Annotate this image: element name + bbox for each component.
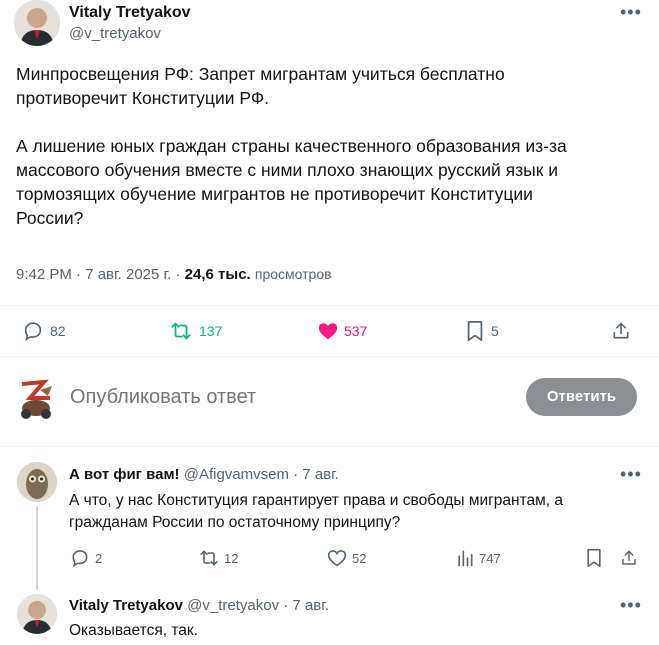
like-count: 537 [344, 323, 368, 339]
heart-icon [327, 550, 347, 567]
heart-filled-icon [318, 323, 338, 340]
reply1-share-action[interactable] [620, 548, 638, 573]
reply2-text: Оказывается, так. [69, 622, 198, 639]
bookmark-action[interactable]: 5 [465, 320, 499, 342]
reply1-author-name[interactable]: А вот фиг вам! [69, 466, 180, 483]
author-name[interactable]: Vitaly Tretyakov [69, 4, 191, 22]
reply-button[interactable]: Ответить [526, 378, 637, 416]
divider [0, 446, 659, 447]
divider [0, 305, 659, 306]
bookmark-count: 5 [491, 323, 499, 339]
reply1-reply-action[interactable]: 2 [70, 548, 102, 568]
reply1-retweet-count: 12 [224, 550, 239, 566]
tweet-timestamp[interactable]: 9:42 PM · 7 авг. 2025 г. · [16, 266, 185, 283]
views-label: просмотров [254, 266, 332, 282]
author-avatar[interactable] [14, 0, 60, 46]
reply1-like-count: 52 [352, 550, 367, 566]
retweet-action[interactable]: 137 [169, 320, 222, 342]
thread-line [36, 506, 38, 590]
tweet-text-line: России? [16, 208, 84, 228]
reply-action[interactable]: 82 [22, 320, 66, 342]
reply1-retweet-action[interactable]: 12 [198, 548, 238, 568]
more-options-icon[interactable]: ••• [620, 2, 642, 23]
reply-icon [24, 322, 42, 341]
tweet-text-line: Минпросвещения РФ: Запрет мигрантам учит… [16, 64, 505, 84]
reply2-avatar[interactable] [17, 594, 57, 634]
reply-compose-input[interactable] [70, 382, 490, 412]
reply-icon [72, 550, 88, 568]
avatar-owl-icon [17, 462, 57, 502]
reply1-author-handle[interactable]: @Afigvamvsem [184, 466, 289, 483]
author-handle[interactable]: @v_tretyakov [69, 25, 161, 42]
reply1-avatar[interactable] [17, 462, 57, 502]
reply2-author-handle[interactable]: @v_tretyakov [187, 597, 279, 614]
reply1-header: А вот фиг вам! @Afigvamvsem · 7 авг. [69, 466, 339, 483]
reply1-text-line: А что, у нас Конституция гарантирует пра… [69, 492, 564, 509]
reply2-author-name[interactable]: Vitaly Tretyakov [69, 597, 183, 614]
retweet-icon [200, 550, 218, 566]
avatar-portrait-icon [17, 594, 57, 634]
bookmark-icon [587, 548, 601, 568]
tweet-text: Минпросвещения РФ: Запрет мигрантам учит… [16, 62, 567, 230]
reply1-text: А что, у нас Конституция гарантирует пра… [69, 490, 563, 534]
bookmark-icon [467, 320, 483, 342]
reply1-views-action[interactable]: 747 [456, 548, 501, 568]
share-icon [613, 322, 629, 339]
reply2-header: Vitaly Tretyakov @v_tretyakov · 7 авг. [69, 597, 329, 614]
reply1-text-line: гражданам России по остаточному принципу… [69, 514, 401, 531]
share-icon [622, 550, 636, 565]
reply1-views-count: 747 [479, 550, 501, 566]
avatar-portrait-icon [14, 0, 60, 46]
tweet-text-line: противоречит Конституции РФ. [16, 88, 270, 108]
reply1-reply-count: 2 [95, 550, 103, 566]
more-options-icon[interactable]: ••• [620, 464, 642, 485]
own-avatar[interactable] [14, 376, 60, 422]
share-action[interactable] [611, 320, 631, 347]
reply2-time[interactable]: · 7 авг. [283, 597, 329, 614]
reply1-time[interactable]: · 7 авг. [293, 466, 339, 483]
tweet-meta: 9:42 PM · 7 авг. 2025 г. · 24,6 тыс. про… [16, 266, 332, 283]
tweet-text-line: тормозящих обучение мигрантов не противо… [16, 184, 533, 204]
like-action[interactable]: 537 [316, 320, 367, 342]
reply-count: 82 [50, 323, 66, 339]
reply1-like-action[interactable]: 52 [327, 548, 366, 568]
avatar-logo-icon [14, 376, 60, 422]
retweet-count: 137 [199, 323, 223, 339]
more-options-icon[interactable]: ••• [620, 595, 642, 616]
tweet-text-line: А лишение юных граждан страны качественн… [16, 136, 567, 156]
views-count: 24,6 тыс. [184, 266, 251, 283]
reply1-bookmark-action[interactable] [585, 548, 603, 573]
tweet-text-line: массового обучения вместе с ними плохо з… [16, 160, 559, 180]
divider [0, 356, 659, 357]
retweet-icon [171, 322, 191, 340]
views-icon [458, 550, 473, 567]
